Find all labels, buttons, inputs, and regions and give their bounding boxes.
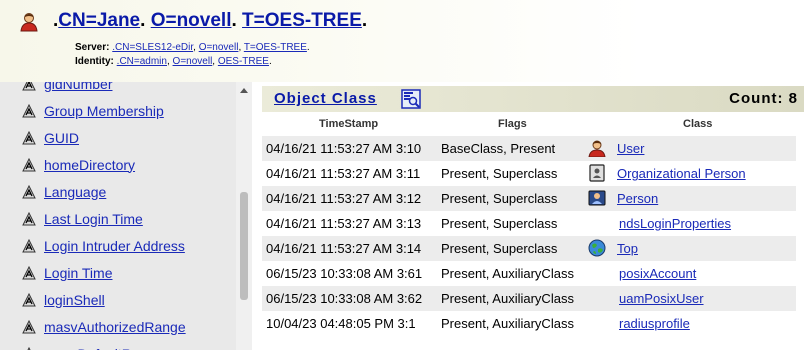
object-class-table: TimeStamp Flags Class 04/16/21 11:53:27 …	[262, 114, 796, 336]
identity-label: Identity:	[75, 56, 114, 67]
timestamp-cell: 04/16/21 11:53:27 AM 3:14	[266, 241, 422, 256]
user-icon	[20, 13, 38, 32]
flags-cell: Present, Superclass	[441, 241, 558, 256]
class-link[interactable]: uamPosixUser	[619, 291, 704, 306]
class-link[interactable]: posixAccount	[619, 266, 696, 281]
attribute-link[interactable]: Last Login Time	[44, 211, 143, 227]
flags-cell: Present, Superclass	[441, 166, 558, 181]
globe-icon	[588, 239, 606, 257]
attribute-icon	[22, 292, 36, 306]
table-row: 04/16/21 11:53:27 AM 3:12 Present, Superc…	[262, 186, 796, 211]
column-header-flags: Flags	[498, 118, 527, 130]
object-class-header: Object Class Count: 8	[262, 86, 804, 112]
scroll-up-arrow-icon[interactable]	[240, 88, 248, 93]
attribute-link[interactable]: gidNumber	[44, 82, 112, 92]
org-person-icon	[589, 164, 605, 182]
timestamp-cell: 06/15/23 10:33:08 AM 3:61	[266, 266, 423, 281]
attribute-link[interactable]: masvAuthorizedRange	[44, 319, 186, 335]
attribute-list-item[interactable]: Last Login Time	[0, 205, 236, 232]
server-o-link[interactable]: O=novell	[199, 42, 239, 53]
attribute-icon	[22, 82, 36, 90]
column-header-timestamp: TimeStamp	[319, 118, 379, 130]
attribute-link[interactable]: loginShell	[44, 292, 105, 308]
column-header-class: Class	[683, 118, 713, 130]
attribute-icon	[22, 157, 36, 171]
class-link[interactable]: User	[617, 141, 644, 156]
identity-o-link[interactable]: O=novell	[173, 56, 213, 67]
attribute-link[interactable]: Login Time	[44, 265, 112, 281]
attribute-list-item[interactable]: masvDefaultRange	[0, 340, 236, 350]
attribute-link[interactable]: homeDirectory	[44, 157, 135, 173]
identity-cn-link[interactable]: .CN=admin	[117, 56, 167, 67]
timestamp-cell: 04/16/21 11:53:27 AM 3:11	[266, 166, 421, 181]
attribute-icon	[22, 130, 36, 144]
server-label: Server:	[75, 42, 110, 53]
title-o-link[interactable]: O=novell	[151, 10, 232, 31]
attribute-list-item[interactable]: gidNumber	[0, 82, 236, 97]
server-t-link[interactable]: T=OES-TREE	[244, 42, 307, 53]
attribute-icon	[22, 103, 36, 117]
table-row: 04/16/21 11:53:27 AM 3:10 BaseClass, Pres…	[262, 136, 796, 161]
attribute-list-scrollbar[interactable]	[236, 82, 252, 350]
attribute-link[interactable]: Group Membership	[44, 103, 164, 119]
title-cn-link[interactable]: CN=Jane	[58, 10, 140, 31]
attribute-list: gidNumber Group Membership GUID homeDirecto…	[0, 82, 236, 350]
table-header-row: TimeStamp Flags Class	[262, 114, 796, 136]
page-title: .CN=Jane. O=novell. T=OES-TREE.	[53, 10, 368, 31]
timestamp-cell: 10/04/23 04:48:05 PM 3:1	[266, 316, 416, 331]
server-row: Server: .CN=SLES12-eDir, O=novell, T=OES…	[75, 42, 310, 53]
server-cn-link[interactable]: .CN=SLES12-eDir	[112, 42, 193, 53]
attribute-list-item[interactable]: loginShell	[0, 286, 236, 313]
table-row: 04/16/21 11:53:27 AM 3:13 Present, Superc…	[262, 211, 796, 236]
person-icon	[588, 190, 606, 206]
attribute-link[interactable]: Login Intruder Address	[44, 238, 185, 254]
class-link[interactable]: radiusprofile	[619, 316, 690, 331]
flags-cell: BaseClass, Present	[441, 141, 556, 156]
class-link[interactable]: Organizational Person	[617, 166, 746, 181]
search-icon[interactable]	[401, 89, 421, 109]
user-icon	[588, 140, 606, 157]
attribute-list-item[interactable]: masvAuthorizedRange	[0, 313, 236, 340]
identity-row: Identity: .CN=admin, O=novell, OES-TREE.	[75, 56, 272, 67]
attribute-icon	[22, 184, 36, 198]
attribute-icon	[22, 319, 36, 333]
object-class-count: Count: 8	[729, 90, 798, 107]
table-row: 10/04/23 04:48:05 PM 3:1 Present, Auxilia…	[262, 311, 796, 336]
attribute-icon	[22, 211, 36, 225]
flags-cell: Present, Superclass	[441, 216, 558, 231]
class-link[interactable]: Person	[617, 191, 658, 206]
scrollbar-thumb[interactable]	[240, 192, 248, 300]
attribute-list-item[interactable]: GUID	[0, 124, 236, 151]
table-row: 04/16/21 11:53:27 AM 3:14 Present, Superc…	[262, 236, 796, 261]
flags-cell: Present, AuxiliaryClass	[441, 291, 574, 306]
attribute-list-pane[interactable]: gidNumber Group Membership GUID homeDirecto…	[0, 82, 252, 350]
timestamp-cell: 04/16/21 11:53:27 AM 3:12	[266, 191, 422, 206]
attribute-link[interactable]: masvDefaultRange	[44, 346, 163, 350]
table-row: 04/16/21 11:53:27 AM 3:11 Present, Superc…	[262, 161, 796, 186]
identity-t-link[interactable]: OES-TREE	[218, 56, 269, 67]
table-row: 06/15/23 10:33:08 AM 3:62 Present, Auxili…	[262, 286, 796, 311]
attribute-list-item[interactable]: Login Time	[0, 259, 236, 286]
attribute-icon	[22, 238, 36, 252]
attribute-list-item[interactable]: Group Membership	[0, 97, 236, 124]
timestamp-cell: 06/15/23 10:33:08 AM 3:62	[266, 291, 423, 306]
flags-cell: Present, AuxiliaryClass	[441, 316, 574, 331]
object-class-title-link[interactable]: Object Class	[274, 90, 377, 107]
class-link[interactable]: Top	[617, 241, 638, 256]
title-t-link[interactable]: T=OES-TREE	[242, 10, 362, 31]
attribute-list-item[interactable]: Language	[0, 178, 236, 205]
attribute-link[interactable]: GUID	[44, 130, 79, 146]
flags-cell: Present, AuxiliaryClass	[441, 266, 574, 281]
timestamp-cell: 04/16/21 11:53:27 AM 3:10	[266, 141, 422, 156]
attribute-list-item[interactable]: homeDirectory	[0, 151, 236, 178]
attribute-icon	[27, 346, 31, 350]
attribute-icon	[22, 265, 36, 279]
table-row: 06/15/23 10:33:08 AM 3:61 Present, Auxili…	[262, 261, 796, 286]
timestamp-cell: 04/16/21 11:53:27 AM 3:13	[266, 216, 422, 231]
attribute-list-item[interactable]: Login Intruder Address	[0, 232, 236, 259]
class-link[interactable]: ndsLoginProperties	[619, 216, 731, 231]
flags-cell: Present, Superclass	[441, 191, 558, 206]
page-header: .CN=Jane. O=novell. T=OES-TREE. Server: …	[0, 0, 804, 82]
attribute-link[interactable]: Language	[44, 184, 106, 200]
